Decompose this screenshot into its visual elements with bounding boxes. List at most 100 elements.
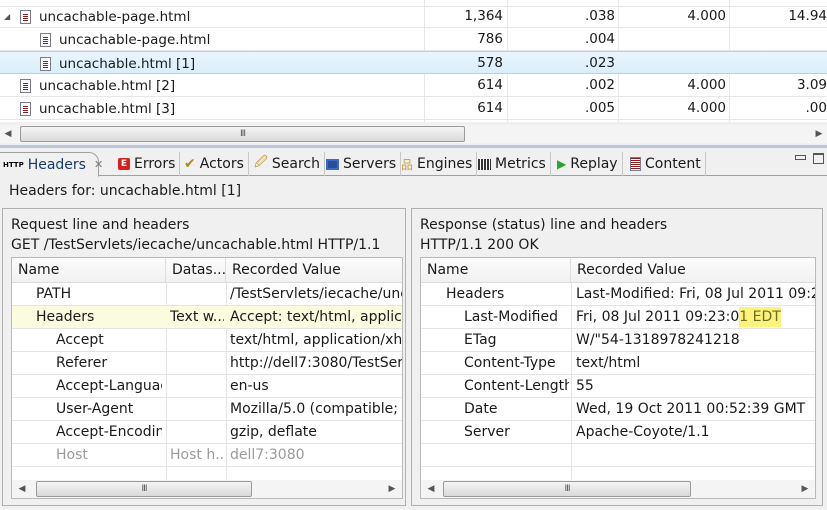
header-value: Accept: text/html, applicat [230, 309, 402, 325]
table-row[interactable]: Headers Last-Modified: Fri, 08 Jul 2011 0… [421, 283, 815, 306]
column-header-recorded-value[interactable]: Recorded Value [226, 258, 402, 283]
scroll-left-arrow[interactable]: ◀ [0, 125, 16, 143]
scroll-left-arrow[interactable]: ◀ [14, 480, 30, 498]
tree-row[interactable]: uncachable.html [2] 614 .002 4.000 3.09 [0, 74, 827, 97]
scroll-thumb[interactable]: III [20, 126, 465, 142]
table-row[interactable]: Referer http://dell7:3080/TestServ [12, 352, 402, 375]
tree-item-label: uncachable.html [1] [59, 55, 196, 72]
header-datasource [170, 398, 224, 421]
tab-content[interactable]: Content [626, 152, 706, 176]
scroll-thumb[interactable]: III [36, 481, 252, 497]
tree-row[interactable]: uncachable.html [3] 614 .005 4.000 .00 [0, 97, 827, 120]
checkmark-icon: ✔ [184, 156, 196, 172]
tab-actors[interactable]: ✔ Actors [180, 152, 249, 176]
tree-row[interactable]: uncachable.html [1] 578 .023 [0, 51, 827, 74]
header-name: Headers [446, 286, 505, 302]
column-header-name[interactable]: Name [12, 258, 166, 283]
cell-time: .004 [584, 31, 615, 47]
table-row[interactable]: Content-Type text/html [421, 352, 815, 375]
table-row[interactable]: Accept-Languag en-us [12, 375, 402, 398]
column-header-datasource[interactable]: Datas... [166, 258, 226, 283]
tree-name-cell: uncachable.html [2] [4, 74, 384, 97]
cell-value [619, 28, 726, 51]
view-tab-bar: HTTP Headers ✕ E Errors ✔ Actors 🖉 Searc… [0, 150, 827, 177]
cell-value: 3.09 [796, 77, 827, 93]
header-value: /TestServlets/iecache/unca [230, 286, 402, 302]
table-header: Name Datas... Recorded Value [12, 258, 402, 283]
play-icon: ▶ [557, 157, 567, 171]
request-horizontal-scrollbar[interactable]: ◀ III ▶ [12, 480, 402, 498]
html-file-icon [20, 78, 31, 93]
response-horizontal-scrollbar[interactable]: ◀ III ▶ [421, 480, 815, 498]
header-value-text: Last-Modified: Fri, 08 Jul 2011 09:23: [576, 286, 816, 302]
header-value: Wed, 19 Oct 2011 00:52:39 GMT [576, 398, 815, 421]
tree-name-cell: uncachable.html [1] [40, 52, 420, 75]
table-row[interactable]: Headers Text w... Accept: text/html, appli… [12, 306, 402, 329]
engines-icon: 品 [401, 157, 414, 172]
table-row[interactable]: Server Apache-Coyote/1.1 [421, 421, 815, 444]
response-panel-title: Response (status) line and headers [420, 217, 668, 233]
tab-label: Actors [199, 156, 244, 172]
tab-label: Errors [134, 156, 176, 172]
tab-search[interactable]: 🖉 Search [250, 152, 325, 176]
tab-replay[interactable]: ▶ Replay [553, 152, 623, 176]
header-name: Accept-Encodin [56, 424, 162, 440]
header-name: Server [464, 424, 510, 440]
scroll-thumb[interactable]: III [443, 481, 691, 497]
close-icon[interactable]: ✕ [94, 158, 103, 171]
table-row[interactable]: Host Host h... dell7:3080 [12, 444, 402, 467]
table-row[interactable]: Date Wed, 19 Oct 2011 00:52:39 GMT [421, 398, 815, 421]
table-row[interactable]: Last-Modified Fri, 08 Jul 2011 09:23:01 E… [421, 306, 815, 329]
header-value: 55 [576, 375, 815, 398]
cell-size: 786 [477, 31, 503, 47]
request-line: GET /TestServlets/iecache/uncachable.htm… [11, 237, 381, 253]
tab-errors[interactable]: E Errors [114, 152, 181, 176]
header-name: User-Agent [56, 401, 134, 417]
header-name: Host [56, 447, 88, 463]
table-row[interactable]: PATH/TestServlets/iecache/unca [12, 283, 402, 306]
table-row[interactable]: ETag W/"54-1318978241218 [421, 329, 815, 352]
tree-item-label: uncachable.html [3] [39, 100, 176, 117]
tab-label: Content [645, 156, 701, 172]
maximize-icon[interactable] [813, 153, 824, 164]
scroll-right-arrow[interactable]: ▶ [384, 480, 400, 498]
column-header-name[interactable]: Name [421, 258, 571, 283]
cell-time: .023 [584, 55, 615, 71]
tab-metrics[interactable]: Metrics [474, 152, 551, 176]
tab-label: Servers [343, 156, 397, 172]
header-name: Content-Length [464, 378, 569, 394]
column-header-recorded-value[interactable]: Recorded Value [571, 258, 815, 283]
table-row[interactable]: Accept text/html, application/xhtr [12, 329, 402, 352]
sash-divider[interactable] [0, 145, 827, 148]
scroll-right-arrow[interactable]: ▶ [797, 480, 813, 498]
scroll-right-arrow[interactable]: ▶ [811, 125, 827, 143]
cell-size: 1,364 [464, 8, 503, 24]
tree-row[interactable]: ◢ uncachable-page.html 1,364 .038 4.000 14.94 [0, 5, 827, 28]
table-row[interactable]: Content-Length 55 [421, 375, 815, 398]
request-panel: Request line and headers GET /TestServle… [2, 208, 406, 506]
table-row[interactable]: User-Agent Mozilla/5.0 (compatible; N [12, 398, 402, 421]
header-name: Headers [36, 309, 95, 325]
tab-headers[interactable]: HTTP Headers ✕ [0, 152, 103, 177]
cell-size: 614 [477, 100, 503, 116]
header-value: text/html, application/xhtr [230, 332, 402, 348]
tree-row[interactable]: uncachable-page.html 786 .004 [0, 28, 827, 51]
tab-servers[interactable]: Servers [322, 152, 402, 176]
header-datasource [170, 375, 224, 398]
cell-time: .005 [584, 100, 615, 116]
cell-value [730, 52, 827, 75]
headers-for-label: Headers for: uncachable.html [1] [9, 183, 242, 199]
minimize-icon[interactable] [795, 155, 806, 160]
empty-row [421, 444, 815, 467]
html-file-icon [20, 101, 31, 116]
expand-triangle-icon[interactable]: ◢ [4, 6, 14, 28]
top-horizontal-scrollbar[interactable]: ◀ III ▶ [0, 125, 827, 143]
table-row[interactable]: Accept-Encodin gzip, deflate [12, 421, 402, 444]
header-value: Mozilla/5.0 (compatible; N [230, 401, 402, 417]
errors-icon: E [118, 158, 130, 170]
tab-engines[interactable]: 品 Engines [397, 152, 478, 176]
header-name: PATH [36, 286, 72, 302]
cell-value: 4.000 [687, 8, 726, 24]
scroll-left-arrow[interactable]: ◀ [423, 480, 439, 498]
http-icon: HTTP [3, 160, 24, 169]
